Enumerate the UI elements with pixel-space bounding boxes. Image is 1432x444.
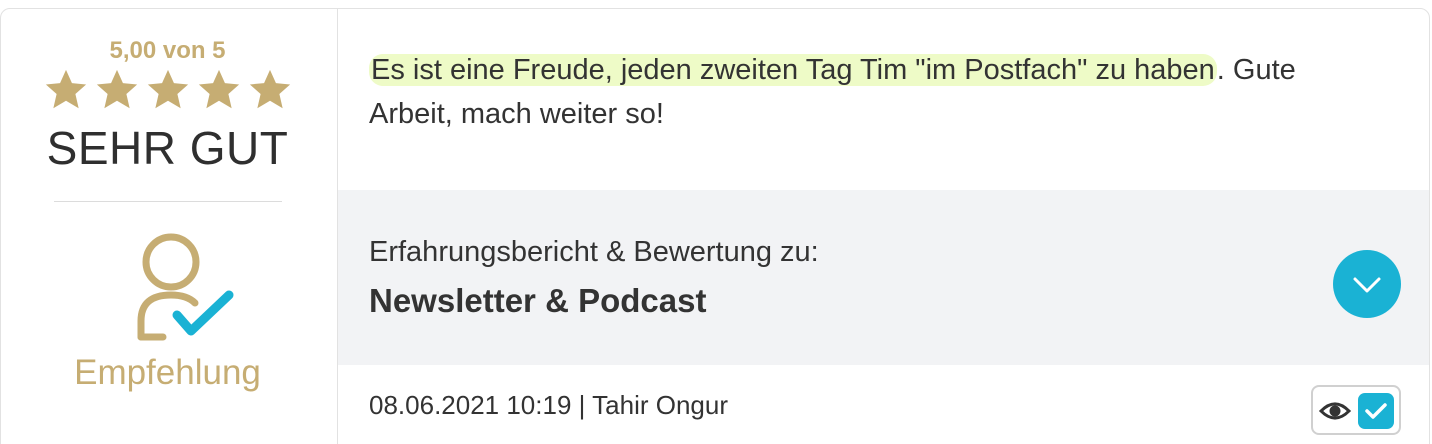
- recommendation-label: Empfehlung: [74, 353, 261, 392]
- review-meta: 08.06.2021 10:19 | Tahir Ongur: [369, 390, 728, 420]
- product-panel: Erfahrungsbericht & Bewertung zu: Newsle…: [338, 190, 1429, 365]
- rating-score: 5,00 von 5: [109, 37, 226, 64]
- review-highlight: Es ist eine Freude, jeden zweiten Tag Ti…: [369, 54, 1217, 86]
- verified-check-button[interactable]: [1358, 393, 1394, 429]
- star-icon: [196, 67, 242, 115]
- rating-verdict: SEHR GUT: [46, 122, 289, 174]
- chevron-down-icon: [1353, 277, 1381, 293]
- review-tools: [1311, 385, 1401, 435]
- eye-icon[interactable]: [1319, 399, 1351, 423]
- rating-stars: [43, 67, 293, 115]
- user-check-icon: [137, 233, 234, 341]
- review-text: Es ist eine Freude, jeden zweiten Tag Ti…: [369, 48, 1379, 136]
- star-icon: [94, 67, 140, 115]
- expand-button[interactable]: [1333, 250, 1401, 318]
- rating-sidebar: 5,00 von 5 SEHR GUT Empfehlung: [1, 9, 338, 444]
- product-name: Newsletter & Podcast: [369, 282, 707, 319]
- product-caption: Erfahrungsbericht & Bewertung zu:: [369, 236, 819, 268]
- star-icon: [43, 67, 89, 115]
- divider: [54, 201, 282, 202]
- star-icon: [145, 67, 191, 115]
- star-icon: [247, 67, 293, 115]
- check-icon: [1365, 403, 1387, 419]
